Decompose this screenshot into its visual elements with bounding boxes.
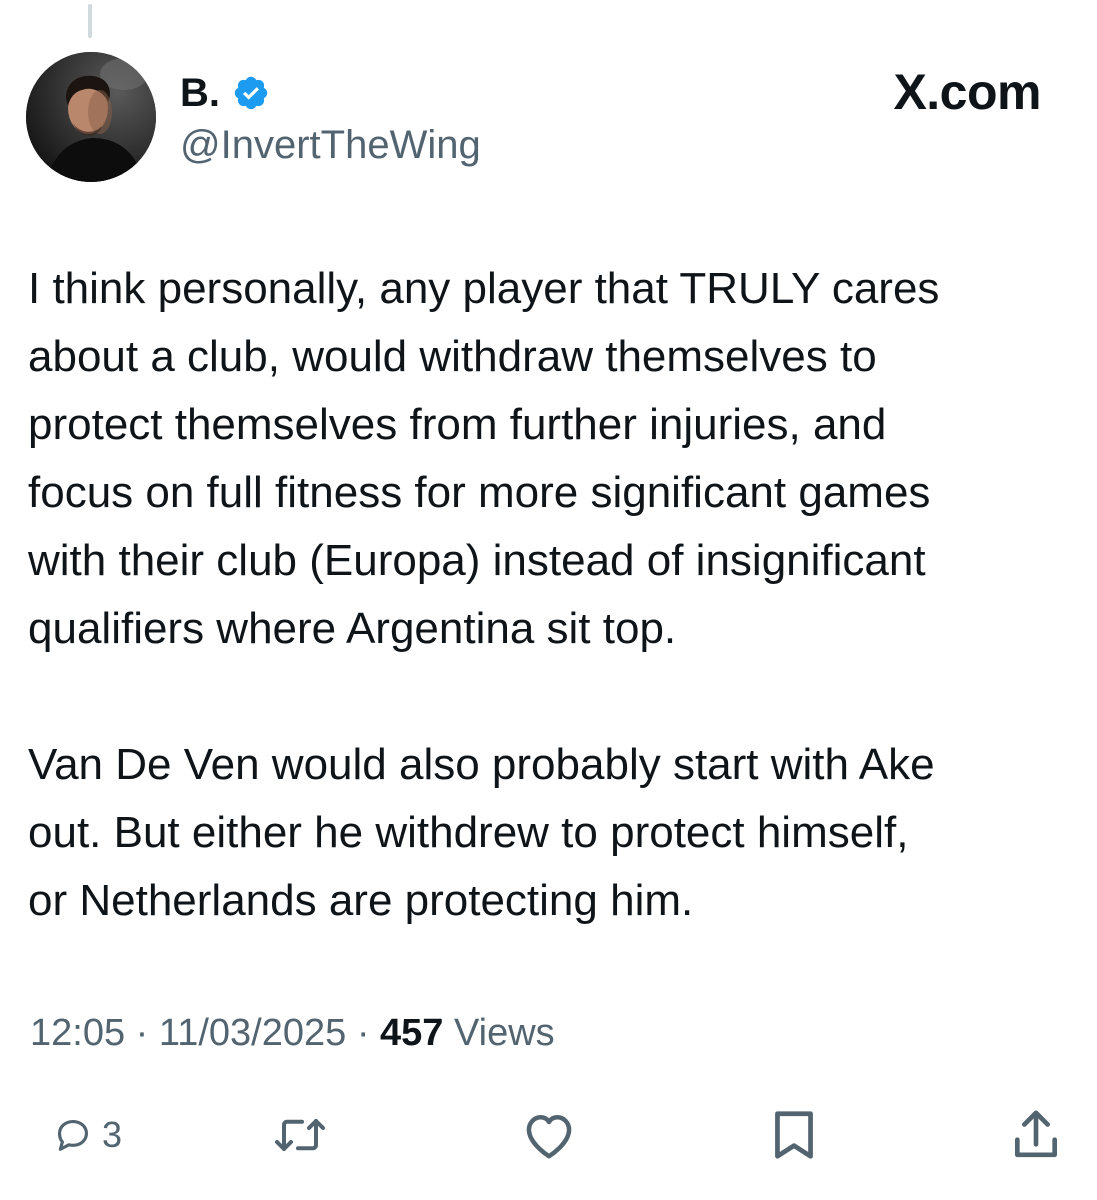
views-label: Views — [454, 1012, 555, 1054]
meta-separator: · — [135, 1012, 149, 1054]
author-handle[interactable]: @InvertTheWing — [180, 120, 481, 170]
share-button[interactable] — [1010, 1100, 1062, 1170]
author-name-row[interactable]: B. — [180, 68, 270, 118]
thread-connector-line — [88, 4, 92, 38]
repost-icon — [275, 1119, 325, 1151]
heart-icon — [526, 1115, 572, 1159]
tweet-paragraph: I think personally, any player that TRUL… — [28, 264, 940, 653]
like-button[interactable] — [520, 1100, 578, 1170]
tweet-text: I think personally, any player that TRUL… — [28, 255, 1078, 935]
tweet-paragraph: Van De Ven would also probably start wit… — [28, 740, 935, 925]
brand-watermark: X.com — [893, 64, 1041, 120]
share-icon — [1015, 1110, 1057, 1158]
profile-photo-icon — [26, 52, 156, 182]
reply-button[interactable]: 3 — [54, 1100, 122, 1170]
reply-count: 3 — [102, 1114, 123, 1155]
repost-button[interactable] — [272, 1100, 328, 1170]
tweet-date[interactable]: 11/03/2025 — [159, 1012, 346, 1054]
tweet-time[interactable]: 12:05 — [30, 1012, 125, 1054]
tweet-metadata: 12:05 · 11/03/2025 · 457 Views — [30, 1008, 555, 1058]
bookmark-button[interactable] — [770, 1100, 818, 1170]
verified-badge-icon — [234, 76, 268, 110]
bookmark-icon — [775, 1111, 813, 1159]
action-bar: 3 — [0, 1100, 1097, 1170]
views-count: 457 — [380, 1012, 444, 1054]
meta-separator: · — [356, 1012, 370, 1054]
reply-icon — [57, 1119, 89, 1151]
author-display-name[interactable]: B. — [180, 68, 220, 118]
author-avatar[interactable] — [26, 52, 156, 182]
